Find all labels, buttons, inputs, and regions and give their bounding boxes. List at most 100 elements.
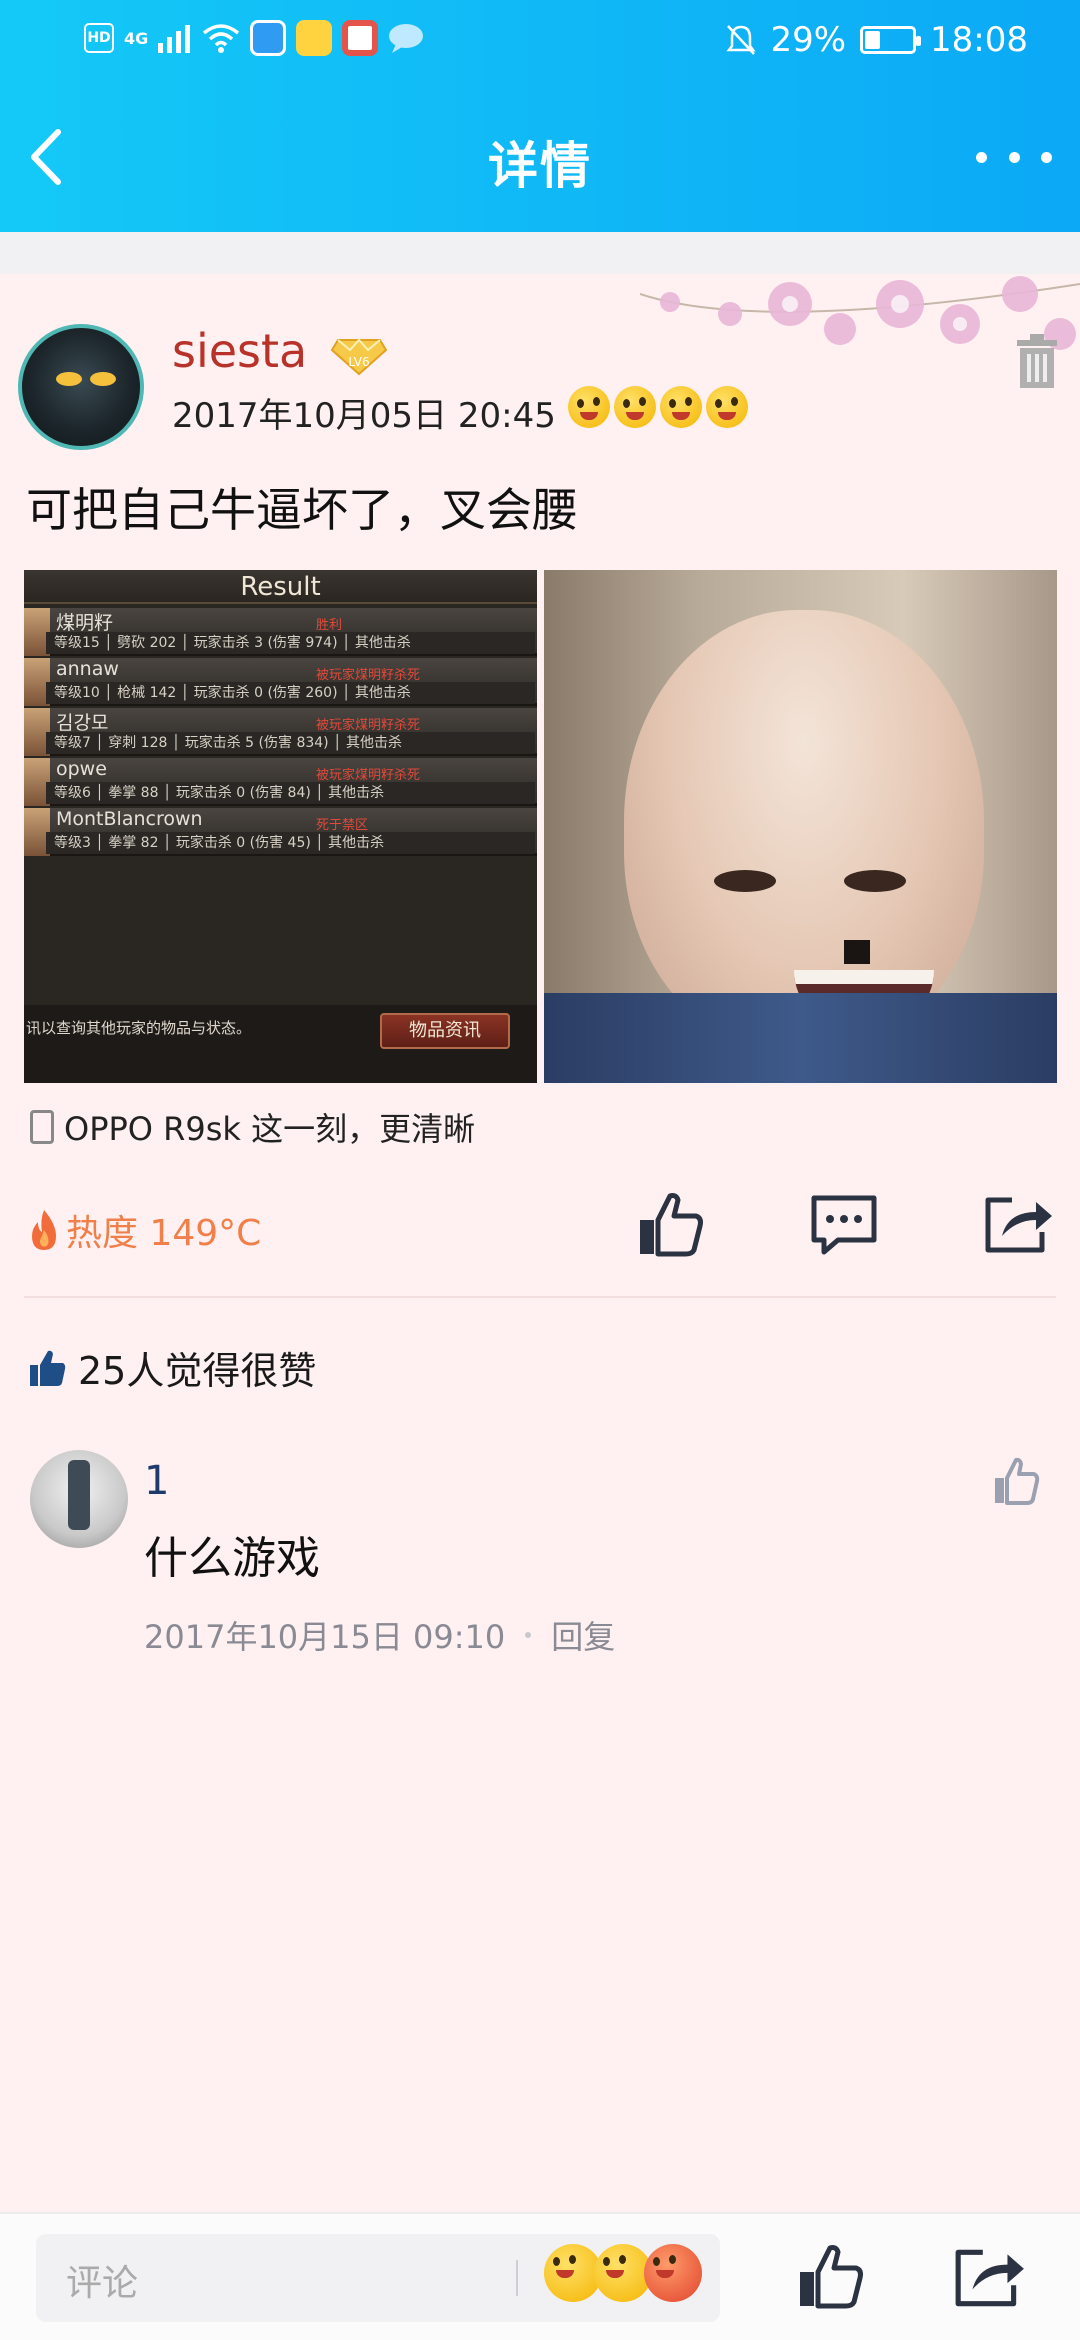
angry-emoji-icon [644, 2244, 702, 2302]
result-row: annaw 被玩家煤明籽杀死 等级10 │ 枪械 142 │ 玩家击杀 0 (伤害 … [24, 658, 537, 706]
status-right: 29% 18:08 [726, 20, 1028, 60]
crazy-face-icon [660, 386, 702, 428]
more-dot [1008, 151, 1020, 163]
comment-button[interactable] [808, 1192, 880, 1256]
star-app-icon [296, 20, 333, 56]
post-card: siesta LV6 2017年10月05日 20:45 可把自己牛逼坏了，叉会… [0, 274, 1080, 2279]
post-image-meme[interactable] [544, 570, 1057, 1083]
username[interactable]: siesta [172, 324, 307, 378]
player-name: MontBlancrown [56, 808, 203, 830]
player-status: 胜利 [316, 618, 343, 633]
comment-icon [811, 1195, 877, 1255]
divider [24, 1296, 1056, 1298]
emoji-picker-button[interactable] [544, 2244, 702, 2302]
thumbs-up-filled-icon [30, 1350, 66, 1386]
mute-bell-icon [726, 25, 756, 55]
player-stats: 等级3 │ 拳掌 82 │ 玩家击杀 0 (伤害 45) │ 其他击杀 [46, 832, 535, 854]
input-separator [516, 2260, 518, 2296]
like-button[interactable] [636, 1190, 706, 1260]
page-title: 详情 [488, 137, 592, 195]
reply-button[interactable]: 回复 [551, 1612, 615, 1658]
app-bar: 详情 [0, 80, 1080, 232]
result-footer: 讯以查询其他玩家的物品与状态。 物品资讯 [24, 1005, 537, 1083]
section-gap [0, 232, 1080, 274]
thumbs-up-outline-icon [995, 1457, 1040, 1505]
device-text: OPPO R9sk 这一刻，更清晰 [64, 1110, 476, 1148]
flame-icon [32, 1210, 56, 1250]
bottom-like-button[interactable] [796, 2242, 866, 2312]
share-icon [955, 2249, 1024, 2307]
crazy-face-icon [706, 386, 748, 428]
phone-icon [30, 1110, 54, 1144]
post-date: 2017年10月05日 20:45 [172, 396, 556, 436]
wifi-icon [203, 24, 240, 53]
player-name: annaw [56, 658, 119, 680]
commenter-avatar[interactable] [30, 1450, 128, 1548]
share-button[interactable] [982, 1192, 1056, 1256]
heat-text: 热度 149°C [66, 1213, 262, 1254]
commenter-name[interactable]: 1 [144, 1458, 169, 1504]
comment-date: 2017年10月15日 09:10 [144, 1618, 506, 1656]
delete-button[interactable] [1014, 334, 1060, 390]
app-notification-icon [250, 20, 287, 56]
user-avatar[interactable] [18, 324, 144, 450]
level-badge-icon: LV6 [330, 338, 388, 376]
thumbs-up-icon [800, 2245, 863, 2309]
level-badge-label: LV6 [348, 355, 369, 369]
battery-percent: 29% [770, 20, 847, 60]
network-indicator: 4G [124, 28, 149, 48]
battery-icon [860, 26, 922, 54]
player-status: 被玩家煤明籽杀死 [316, 768, 421, 783]
share-icon [985, 1197, 1052, 1253]
meta-separator [525, 1632, 532, 1638]
player-stats: 等级15 │ 劈砍 202 │ 玩家击杀 3 (伤害 974) │ 其他击杀 [46, 632, 535, 654]
comment-placeholder: 评论 [66, 2263, 139, 2304]
likes-summary[interactable]: 25人觉得很赞 [28, 1340, 316, 1395]
bottom-share-button[interactable] [952, 2244, 1028, 2310]
meme-face [624, 610, 984, 1050]
meme-eye [844, 870, 906, 892]
signal-icon [158, 25, 191, 53]
more-button[interactable] [976, 140, 1052, 174]
status-left: HD 4G [84, 20, 424, 56]
comment-like-button[interactable] [992, 1456, 1040, 1506]
post-image-game-result[interactable]: Result 煤明籽 胜利 等级15 │ 劈砍 202 │ 玩家击杀 3 (伤害 9… [24, 570, 537, 1083]
clock: 18:08 [930, 20, 1028, 60]
bottom-bar: 评论 [0, 2212, 1080, 2340]
map-app-icon [342, 20, 379, 56]
meme-eye [714, 870, 776, 892]
result-footer-text: 讯以查询其他玩家的物品与状态。 [26, 1019, 252, 1037]
emoji-decoration [568, 386, 748, 428]
comment-text: 什么游戏 [144, 1533, 320, 1584]
chat-bubble-icon [389, 24, 424, 53]
thumbs-up-icon [640, 1193, 703, 1257]
player-status: 被玩家煤明籽杀死 [316, 718, 421, 733]
more-dot [976, 151, 987, 163]
post-text: 可把自己牛逼坏了，叉会腰 [26, 483, 578, 537]
result-title: Result [24, 570, 537, 604]
player-name: 김강모 [56, 712, 109, 734]
player-stats: 等级10 │ 枪械 142 │ 玩家击杀 0 (伤害 260) │ 其他击杀 [46, 682, 535, 704]
item-info-button: 物品资讯 [380, 1013, 510, 1049]
more-dot [1041, 151, 1052, 163]
trash-icon [1017, 334, 1057, 388]
player-stats: 等级6 │ 拳掌 88 │ 玩家击杀 0 (伤害 84) │ 其他击杀 [46, 782, 535, 804]
status-bar: HD 4G 29% 18:08 [0, 0, 1080, 80]
player-status: 死于禁区 [316, 818, 369, 833]
likes-text: 25人觉得很赞 [78, 1349, 317, 1393]
result-row: 김강모 被玩家煤明籽杀死 等级7 │ 穿刺 128 │ 玩家击杀 5 (伤害 834… [24, 708, 537, 756]
top-bar: HD 4G 29% 18:08 详情 [0, 0, 1080, 232]
meme-shirt [544, 993, 1057, 1083]
heat-indicator: 热度 149°C [26, 1204, 261, 1256]
player-name: opwe [56, 758, 107, 780]
crazy-face-icon [568, 386, 610, 428]
comment-input[interactable]: 评论 [36, 2234, 720, 2322]
comment-meta: 2017年10月15日 09:10 回复 [144, 1612, 615, 1658]
player-stats: 等级7 │ 穿刺 128 │ 玩家击杀 5 (伤害 834) │ 其他击杀 [46, 732, 535, 754]
player-name: 煤明籽 [56, 612, 114, 634]
player-status: 被玩家煤明籽杀死 [316, 668, 421, 683]
result-row: opwe 被玩家煤明籽杀死 等级6 │ 拳掌 88 │ 玩家击杀 0 (伤害 84)… [24, 758, 537, 806]
result-row: 煤明籽 胜利 等级15 │ 劈砍 202 │ 玩家击杀 3 (伤害 974) │ 其… [24, 608, 537, 656]
device-info: OPPO R9sk 这一刻，更清晰 [30, 1104, 475, 1150]
crazy-face-icon [614, 386, 656, 428]
